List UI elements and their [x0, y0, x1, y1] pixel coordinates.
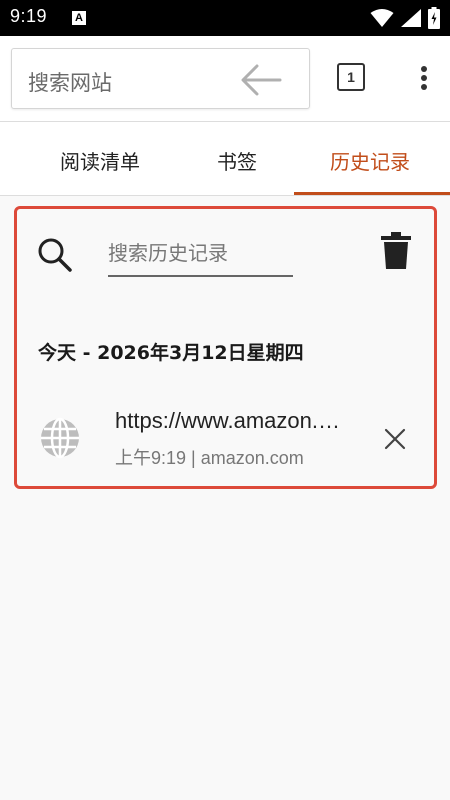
- signal-icon: [401, 9, 421, 27]
- history-item-title: https://www.amazon.com/: [115, 408, 345, 433]
- notification-icon: A: [72, 11, 86, 25]
- history-item-meta: 上午9:19 | amazon.com: [115, 448, 304, 468]
- menu-dots-icon[interactable]: [414, 64, 434, 92]
- trash-icon[interactable]: [380, 231, 412, 271]
- history-item-time: 上午9:19: [115, 448, 187, 468]
- history-search-input[interactable]: [108, 230, 293, 277]
- back-arrow-icon[interactable]: [240, 63, 282, 97]
- globe-icon: [41, 417, 79, 459]
- tab-history[interactable]: 历史记录: [330, 146, 410, 175]
- tab-count-button[interactable]: 1: [337, 63, 365, 91]
- status-bar: 9:19 A: [0, 0, 450, 36]
- url-placeholder: 搜索网站: [28, 71, 112, 95]
- tab-indicator: [294, 192, 450, 195]
- close-icon[interactable]: [383, 427, 407, 451]
- browser-toolbar: 搜索网站 1: [0, 36, 450, 122]
- status-icons: [370, 6, 440, 30]
- tab-bookmarks[interactable]: 书签: [217, 146, 257, 175]
- search-icon: [38, 238, 72, 272]
- wifi-icon: [370, 9, 394, 27]
- history-item[interactable]: https://www.amazon.com/ 上午9:19 | amazon.…: [17, 395, 434, 485]
- library-tabs: 阅读清单 书签 历史记录: [0, 122, 450, 196]
- tab-reading-list[interactable]: 阅读清单: [60, 146, 140, 175]
- status-time: 9:19: [10, 6, 48, 26]
- date-header: 今天 - 2026年3月12日星期四: [38, 342, 304, 364]
- history-item-domain: amazon.com: [200, 448, 304, 468]
- url-bar[interactable]: 搜索网站: [11, 48, 310, 109]
- battery-icon: [428, 7, 440, 29]
